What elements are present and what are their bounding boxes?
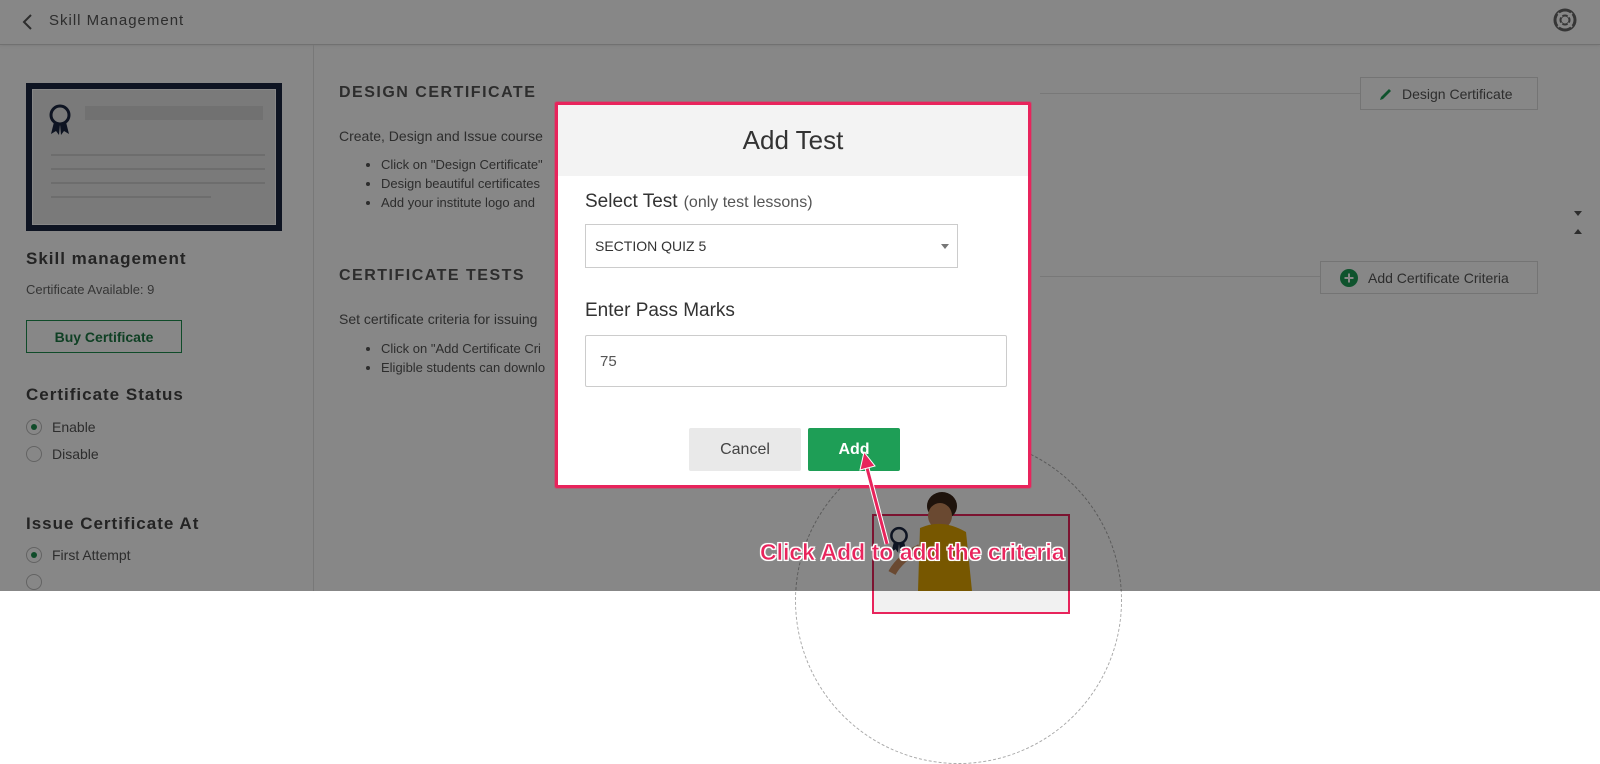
add-test-modal: Add Test Select Test (only test lessons) … (555, 102, 1031, 488)
annotation-callout: Click Add to add the criteria (760, 539, 1065, 566)
test-select-dropdown[interactable]: SECTION QUIZ 5 (585, 224, 958, 268)
pass-marks-label: Enter Pass Marks (585, 300, 735, 321)
cancel-button[interactable]: Cancel (689, 428, 801, 471)
pass-marks-input[interactable] (585, 335, 1007, 387)
select-test-text: Select Test (585, 191, 678, 212)
select-test-hint: (only test lessons) (683, 194, 813, 211)
selected-test-value: SECTION QUIZ 5 (595, 238, 707, 254)
modal-header: Add Test (558, 105, 1028, 176)
select-test-label: Select Test (only test lessons) (585, 191, 813, 213)
annotation-arrow (859, 450, 890, 545)
modal-title: Add Test (742, 125, 844, 155)
chevron-down-icon (941, 244, 949, 249)
